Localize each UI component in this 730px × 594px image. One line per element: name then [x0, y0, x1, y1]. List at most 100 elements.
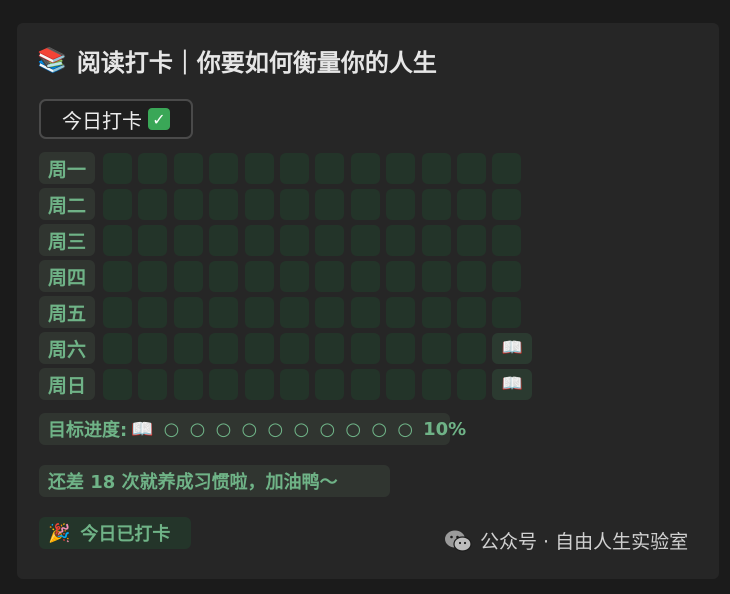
grid-cell: [386, 152, 416, 184]
grid-row: 周一: [39, 151, 528, 185]
grid-cell-read: 📖: [492, 332, 533, 364]
grid-cell: [138, 152, 168, 184]
grid-cell: [421, 368, 451, 400]
progress-dots: ○ ○ ○ ○ ○ ○ ○ ○ ○ ○: [163, 418, 416, 440]
day-label: 周日: [39, 368, 95, 400]
grid-cell: [315, 296, 345, 328]
grid-cell: [173, 224, 203, 256]
grid-row: 周五: [39, 295, 528, 329]
grid-cell: [315, 260, 345, 292]
grid-cell: [456, 260, 486, 292]
grid-cell: [279, 332, 309, 364]
grid-cell: [350, 332, 380, 364]
grid-cell: [492, 224, 522, 256]
checkin-button[interactable]: 今日打卡 ✓: [39, 99, 193, 139]
grid-cell: [421, 332, 451, 364]
grid-cell: [350, 152, 380, 184]
grid-cell: [138, 224, 168, 256]
grid-cell: [386, 260, 416, 292]
grid-cell: [386, 188, 416, 220]
grid-cell: [456, 296, 486, 328]
check-mark-icon: ✓: [148, 108, 170, 130]
grid-cell: [492, 260, 522, 292]
grid-cell: [315, 152, 345, 184]
day-label: 周五: [39, 296, 95, 328]
page-title: 📚 阅读打卡｜你要如何衡量你的人生: [37, 42, 437, 78]
grid-cell: [244, 152, 274, 184]
book-icon: 📖: [501, 338, 523, 358]
grid-cell: [456, 188, 486, 220]
grid-cell: [103, 332, 132, 364]
grid-cell: [279, 224, 309, 256]
grid-cell: [315, 188, 345, 220]
checked-in-badge: 🎉 今日已打卡: [39, 517, 191, 549]
checked-in-text: 今日已打卡: [80, 524, 171, 545]
progress-percent: 10%: [423, 418, 467, 440]
book-icon: 📖: [501, 374, 523, 394]
grid-cell: [138, 332, 168, 364]
grid-cell: [244, 368, 274, 400]
grid-row: 周二: [39, 187, 528, 221]
grid-cell: [244, 224, 274, 256]
grid-cell: [279, 260, 309, 292]
day-label: 周三: [39, 224, 95, 256]
grid-cell: [350, 296, 380, 328]
grid-cell: [456, 224, 486, 256]
grid-cell: [386, 296, 416, 328]
grid-cell: [103, 224, 132, 256]
grid-cell: [456, 332, 486, 364]
grid-cell: [103, 260, 132, 292]
grid-cell: [350, 368, 380, 400]
grid-cell: [244, 332, 274, 364]
progress-bar: 目标进度: 📖 ○ ○ ○ ○ ○ ○ ○ ○ ○ ○ 10%: [39, 413, 466, 445]
grid-cell: [492, 152, 522, 184]
grid-cell: [315, 224, 345, 256]
day-label: 周四: [39, 260, 95, 292]
grid-cell: [279, 368, 309, 400]
party-popper-icon: 🎉: [48, 522, 71, 544]
book-icon: 📖: [131, 418, 154, 440]
grid-cell: [103, 152, 132, 184]
grid-cell: [492, 296, 522, 328]
grid-cell: [492, 188, 522, 220]
grid-cell: [421, 224, 451, 256]
grid-cell: [386, 368, 416, 400]
grid-cell: [173, 296, 203, 328]
grid-cell: [421, 188, 451, 220]
grid-cell: [350, 260, 380, 292]
grid-cell: [138, 188, 168, 220]
grid-cell: [138, 296, 168, 328]
day-label: 周六: [39, 332, 95, 364]
grid-cell: [421, 260, 451, 292]
day-label: 周一: [39, 152, 95, 184]
grid-cell: [209, 296, 239, 328]
books-icon: 📚: [37, 46, 67, 74]
grid-cell: [209, 188, 239, 220]
grid-cell: [315, 368, 345, 400]
grid-cell: [103, 368, 132, 400]
checkin-button-label: 今日打卡: [62, 108, 142, 133]
grid-cell: [421, 152, 451, 184]
grid-cell: [350, 224, 380, 256]
grid-cell: [209, 152, 239, 184]
wechat-icon: [445, 530, 472, 552]
grid-cell: [138, 368, 168, 400]
grid-cell: [244, 296, 274, 328]
grid-cell: [456, 152, 486, 184]
grid-cell: [421, 296, 451, 328]
grid-cell: [138, 260, 168, 292]
progress-label: 目标进度:: [48, 420, 128, 441]
watermark-text: 公众号 · 自由人生实验室: [480, 531, 689, 553]
grid-cell: [315, 332, 345, 364]
grid-cell: [386, 332, 416, 364]
grid-cell: [209, 368, 239, 400]
title-text: 阅读打卡｜你要如何衡量你的人生: [76, 48, 437, 77]
grid-row: 周三: [39, 223, 528, 257]
grid-cell: [103, 188, 132, 220]
grid-cell: [173, 188, 203, 220]
grid-cell: [173, 368, 203, 400]
grid-row: 周四: [39, 259, 528, 293]
grid-cell: [386, 224, 416, 256]
grid-row: 周日 📖: [39, 367, 539, 401]
remaining-message: 还差 18 次就养成习惯啦，加油鸭～: [39, 465, 390, 497]
